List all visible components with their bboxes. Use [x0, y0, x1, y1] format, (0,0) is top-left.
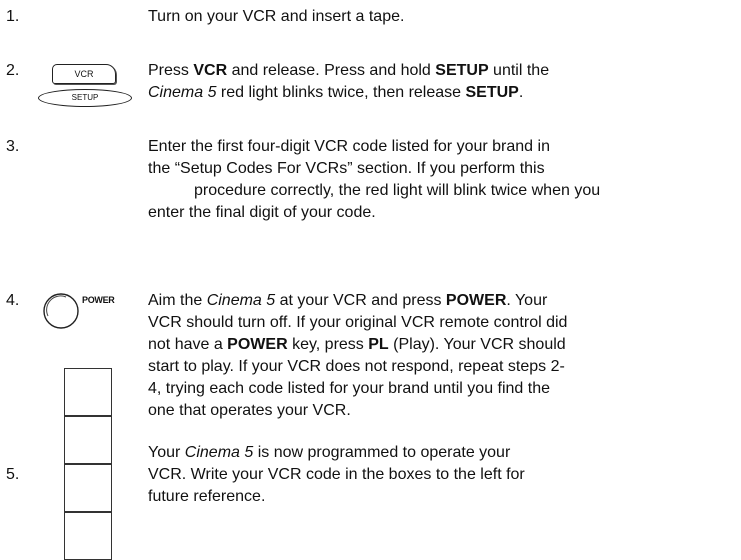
code-box-1	[64, 368, 112, 416]
step-text-run: procedure correctly, the red light will …	[194, 182, 601, 199]
bold-key-name: SETUP	[465, 84, 519, 101]
step-3-line: procedure correctly, the red light will …	[148, 180, 738, 202]
step-number-5: 5.	[6, 466, 20, 483]
step-text-5: Your Cinema 5 is now programmed to opera…	[148, 442, 738, 508]
step-text-run: the “Setup Codes For VCRs” section. If y…	[148, 160, 545, 177]
bold-key-name: POWER	[227, 336, 288, 353]
code-box-3	[64, 464, 112, 512]
step-4-line: 4, trying each code listed for your bran…	[148, 378, 738, 400]
product-name: Cinema 5	[184, 444, 254, 461]
step-text-3: Enter the first four-digit VCR code list…	[148, 136, 738, 224]
step-number-4: 4.	[6, 292, 20, 309]
power-key-label: POWER	[82, 295, 115, 305]
step-text-run: Turn on your VCR and insert a tape.	[148, 8, 405, 25]
step-4-line: Aim the Cinema 5 at your VCR and press P…	[148, 290, 738, 312]
step-number-2: 2.	[6, 62, 20, 79]
step-4-line: VCR should turn off. If your original VC…	[148, 312, 738, 334]
setup-key-label: SETUP	[71, 93, 99, 102]
step-text-run: Enter the first four-digit VCR code list…	[148, 138, 550, 155]
step-text-run: one that operates your VCR.	[148, 402, 351, 419]
step-3-line: the “Setup Codes For VCRs” section. If y…	[148, 158, 738, 180]
step-text-run: and release. Press and hold	[227, 62, 436, 79]
vcr-key-label: VCR	[74, 69, 94, 79]
step-text-run: Your	[148, 444, 185, 461]
step-text-run: 4, trying each code listed for your bran…	[148, 380, 551, 397]
product-name: Cinema 5	[148, 84, 217, 101]
setup-key-icon: SETUP	[38, 89, 132, 107]
step-4-line: not have a POWER key, press PL (Play). Y…	[148, 334, 738, 356]
step-number-3: 3.	[6, 138, 20, 155]
step-text-run: is now programmed to operate your	[253, 444, 511, 461]
bold-key-name: POWER	[445, 292, 507, 309]
step-text-run: key, press	[287, 336, 369, 353]
step-text-run: red light blinks twice, then release	[216, 84, 466, 101]
step-3-line: Enter the first four-digit VCR code list…	[148, 136, 738, 158]
step-text-4: Aim the Cinema 5 at your VCR and press P…	[148, 290, 738, 422]
product-name: Cinema 5	[206, 292, 276, 309]
step-text-run: enter the final digit of your code.	[148, 204, 376, 221]
step-text-1: Turn on your VCR and insert a tape.	[148, 6, 738, 28]
step-text-run: VCR should turn off. If your original VC…	[148, 314, 568, 331]
step-text-run: Press	[148, 62, 194, 79]
step-5-line: Your Cinema 5 is now programmed to opera…	[148, 442, 738, 464]
vcr-key-icon: VCR	[52, 64, 116, 84]
step-text-run: until the	[488, 62, 550, 79]
step-text-run: .	[518, 84, 524, 101]
step-text-2: Press VCR and release. Press and hold SE…	[148, 60, 738, 104]
step-5-line: future reference.	[148, 486, 738, 508]
code-box-2	[64, 416, 112, 464]
step-number-1: 1.	[6, 8, 20, 25]
step-2-line: Cinema 5 red light blinks twice, then re…	[148, 82, 738, 104]
step-text-run: Aim the	[148, 292, 207, 309]
step-5-line: VCR. Write your VCR code in the boxes to…	[148, 464, 738, 486]
step-text-run: future reference.	[148, 488, 266, 505]
bold-key-name: PL	[368, 336, 389, 353]
step-2-line: Press VCR and release. Press and hold SE…	[148, 60, 738, 82]
step-text-run: start to play. If your VCR does not resp…	[148, 358, 565, 375]
step-1-line: Turn on your VCR and insert a tape.	[148, 6, 738, 28]
step-3-line: enter the final digit of your code.	[148, 202, 738, 224]
step-text-run: (Play). Your VCR should	[388, 336, 566, 353]
step-text-run: VCR. Write your VCR code in the boxes to…	[148, 466, 525, 483]
power-button-icon	[42, 292, 80, 330]
step-text-run: . Your	[506, 292, 548, 309]
bold-key-name: VCR	[193, 62, 228, 79]
step-text-run: not have a	[148, 336, 228, 353]
step-4-line: start to play. If your VCR does not resp…	[148, 356, 738, 378]
step-4-line: one that operates your VCR.	[148, 400, 738, 422]
code-box-4	[64, 512, 112, 560]
bold-key-name: SETUP	[435, 62, 489, 79]
step-text-run: at your VCR and press	[275, 292, 446, 309]
